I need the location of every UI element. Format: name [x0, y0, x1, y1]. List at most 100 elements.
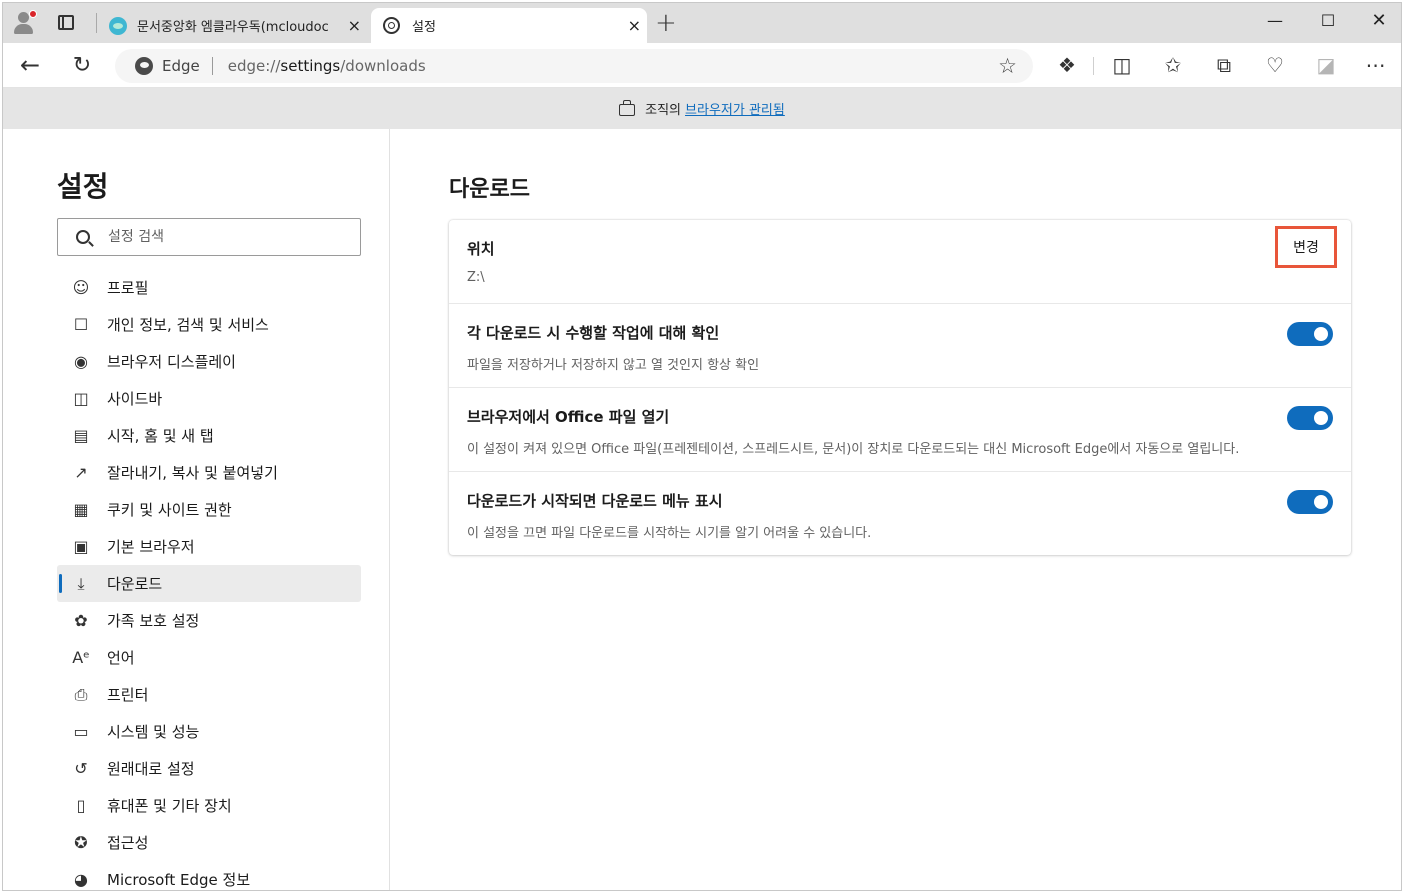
sidebar-item-label: 접근성 — [107, 834, 149, 852]
collections-icon[interactable]: ⧉ — [1211, 53, 1237, 77]
new-tab-button[interactable]: + — [655, 9, 677, 37]
back-icon[interactable]: ← — [17, 51, 43, 79]
tab-settings[interactable]: 설정 × — [371, 8, 647, 43]
phone-icon: ▯ — [76, 796, 86, 815]
sidebar-item-label: 다운로드 — [107, 575, 163, 593]
sidebar-item-label: 사이드바 — [107, 390, 163, 408]
sidebar-item-family[interactable]: ✿ 가족 보호 설정 — [57, 602, 361, 639]
download-icon: ⤓ — [77, 573, 85, 593]
sidebar-item-default-browser[interactable]: ▣ 기본 브라우저 — [57, 528, 361, 565]
sidebar-item-label: 기본 브라우저 — [107, 538, 195, 556]
setting-row-show-downloads-menu: 다운로드가 시작되면 다운로드 메뉴 표시 이 설정을 끄면 파일 다운로드를 … — [449, 472, 1351, 555]
language-icon: Aᵉ — [72, 648, 90, 667]
sidebar-item-label: 시스템 및 성능 — [107, 723, 200, 741]
change-location-button[interactable]: 변경 — [1275, 226, 1337, 268]
toggle-knob — [1314, 495, 1328, 509]
home-tab-icon: ▤ — [73, 426, 89, 445]
address-url[interactable]: edge://settings/downloads — [228, 57, 426, 75]
location-label: 위치 — [467, 240, 495, 258]
sidebar-item-privacy[interactable]: ☐ 개인 정보, 검색 및 서비스 — [57, 306, 361, 343]
sidebar-item-label: 브라우저 디스플레이 — [107, 353, 236, 371]
sidebar-item-downloads[interactable]: ⤓ 다운로드 — [57, 565, 361, 602]
settings-search[interactable] — [57, 218, 361, 256]
sidebar-item-about[interactable]: ◕ Microsoft Edge 정보 — [57, 861, 361, 890]
sidebar-nav: ☺ 프로필 ☐ 개인 정보, 검색 및 서비스 ◉ 브라우저 디스플레이 ◫ 사이드바 … — [57, 269, 361, 890]
sidebar-item-label: 개인 정보, 검색 및 서비스 — [107, 316, 269, 334]
setting-title: 각 다운로드 시 수행할 작업에 대해 확인 — [467, 324, 720, 342]
maximize-button[interactable]: ☐ — [1308, 7, 1348, 35]
page-title: 다운로드 — [449, 177, 530, 202]
ask-each-download-toggle[interactable] — [1287, 322, 1333, 346]
sidebar-item-label: 잘라내기, 복사 및 붙여넣기 — [107, 464, 278, 482]
edge-logo-icon: ◕ — [74, 870, 88, 889]
sidebar-item-start-home[interactable]: ▤ 시작, 홈 및 새 탭 — [57, 417, 361, 454]
tab-title: 문서중앙화 엠클라우독(mcloudoc — [137, 20, 329, 35]
sidebar-item-phone-devices[interactable]: ▯ 휴대폰 및 기타 장치 — [57, 787, 361, 824]
managed-prefix: 조직의 — [645, 103, 682, 118]
managed-link[interactable]: 브라우저가 관리됨 — [685, 99, 785, 118]
browser-essentials-icon[interactable]: ♡ — [1262, 53, 1288, 77]
tab-actions-icon[interactable] — [58, 15, 74, 30]
sidebar-item-label: 언어 — [107, 649, 135, 667]
address-divider — [211, 57, 213, 75]
minimize-button[interactable]: — — [1255, 7, 1295, 35]
sidebar-item-label: 시작, 홈 및 새 탭 — [107, 427, 214, 445]
sidebar-item-accessibility[interactable]: ✪ 접근성 — [57, 824, 361, 861]
star-icon[interactable]: ☆ — [998, 54, 1017, 78]
sidebar-item-cookies[interactable]: ▦ 쿠키 및 사이트 권한 — [57, 491, 361, 528]
lock-icon: ☐ — [73, 315, 89, 334]
sidebar-item-languages[interactable]: Aᵉ 언어 — [57, 639, 361, 676]
tab-strip: 문서중앙화 엠클라우독(mcloudoc × 설정 × + — ☐ ✕ — [3, 3, 1401, 43]
site-permissions-icon: ▦ — [73, 500, 89, 519]
open-office-files-toggle[interactable] — [1287, 406, 1333, 430]
extensions-icon[interactable]: ❖ — [1054, 53, 1080, 77]
sidebar-item-appearance[interactable]: ◉ 브라우저 디스플레이 — [57, 343, 361, 380]
sidebar-item-label: 프로필 — [107, 279, 149, 297]
close-window-button[interactable]: ✕ — [1359, 7, 1399, 35]
tab-close-icon[interactable]: × — [348, 16, 361, 35]
toolbar: ← ↻ Edge edge://settings/downloads ☆ ❖ ◫… — [3, 43, 1401, 88]
profile-icon: ☺ — [72, 278, 90, 297]
sidebar-item-label: 프린터 — [107, 686, 149, 704]
setting-description: 이 설정을 끄면 파일 다운로드를 시작하는 시기를 알기 어려울 수 있습니다… — [467, 526, 872, 541]
family-icon: ✿ — [74, 611, 88, 630]
tab-mcloudoc[interactable]: 문서중앙화 엠클라우독(mcloudoc × — [99, 8, 367, 43]
setting-row-ask-each-download: 각 다운로드 시 수행할 작업에 대해 확인 파일을 저장하거나 저장하지 않고… — [449, 304, 1351, 388]
accessibility-icon: ✪ — [74, 833, 88, 852]
show-downloads-menu-toggle[interactable] — [1287, 490, 1333, 514]
ie-mode-icon[interactable]: ◪ — [1313, 53, 1339, 77]
gear-icon — [383, 17, 400, 34]
browser-window: 문서중앙화 엠클라우독(mcloudoc × 설정 × + — ☐ ✕ ← ↻ … — [2, 2, 1402, 891]
sidebar-item-label: 쿠키 및 사이트 권한 — [107, 501, 232, 519]
sidebar-item-label: 원래대로 설정 — [107, 760, 195, 778]
location-row: 위치 Z:\ 변경 — [449, 220, 1351, 304]
sidebar-item-label: 휴대폰 및 기타 장치 — [107, 797, 232, 815]
tab-title: 설정 — [412, 20, 436, 35]
sidebar-item-profile[interactable]: ☺ 프로필 — [57, 269, 361, 306]
share-icon: ↗ — [74, 463, 88, 482]
search-input[interactable] — [108, 229, 328, 245]
url-host: settings — [280, 57, 341, 75]
toolbar-separator — [1093, 57, 1094, 75]
mcloudoc-favicon-icon — [109, 16, 127, 35]
more-icon[interactable]: ⋯ — [1363, 53, 1389, 77]
tab-close-icon[interactable]: × — [628, 16, 641, 35]
setting-row-open-office-files: 브라우저에서 Office 파일 열기 이 설정이 켜져 있으면 Office … — [449, 388, 1351, 472]
sidebar-icon: ◫ — [73, 389, 89, 408]
sidebar-item-share-copy-paste[interactable]: ↗ 잘라내기, 복사 및 붙여넣기 — [57, 454, 361, 491]
sidebar-item-system[interactable]: ▭ 시스템 및 성능 — [57, 713, 361, 750]
profile-avatar-icon[interactable] — [13, 10, 39, 36]
setting-description: 파일을 저장하거나 저장하지 않고 열 것인지 항상 확인 — [467, 358, 760, 373]
settings-sidebar: 설정 ☺ 프로필 ☐ 개인 정보, 검색 및 서비스 ◉ 브라우저 디스플레이 ◫ 사이… — [3, 129, 390, 890]
url-path: /downloads — [340, 57, 426, 75]
laptop-icon: ▭ — [73, 722, 89, 741]
palette-icon: ◉ — [74, 352, 88, 371]
favorites-icon[interactable]: ✩ — [1160, 53, 1186, 77]
sidebar-item-sidebar[interactable]: ◫ 사이드바 — [57, 380, 361, 417]
refresh-icon[interactable]: ↻ — [69, 53, 95, 78]
sidebar-item-printers[interactable]: ⎙ 프린터 — [57, 676, 361, 713]
address-bar[interactable]: Edge edge://settings/downloads ☆ — [115, 49, 1033, 83]
sidebar-item-reset[interactable]: ↺ 원래대로 설정 — [57, 750, 361, 787]
toggle-knob — [1314, 327, 1328, 341]
split-screen-icon[interactable]: ◫ — [1109, 53, 1135, 77]
